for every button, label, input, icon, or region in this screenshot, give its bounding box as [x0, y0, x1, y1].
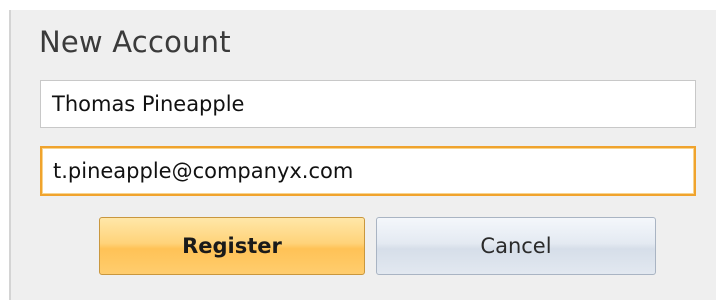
- name-field-value: Thomas Pineapple: [52, 92, 245, 116]
- cancel-button-label: Cancel: [480, 234, 552, 258]
- email-field[interactable]: t.pineapple@companyx.com: [40, 146, 696, 196]
- dialog-title: New Account: [39, 25, 231, 59]
- email-field-value: t.pineapple@companyx.com: [53, 159, 354, 183]
- cancel-button[interactable]: Cancel: [376, 217, 656, 275]
- register-button[interactable]: Register: [99, 217, 365, 275]
- register-button-label: Register: [182, 234, 282, 258]
- name-field[interactable]: Thomas Pineapple: [40, 80, 696, 128]
